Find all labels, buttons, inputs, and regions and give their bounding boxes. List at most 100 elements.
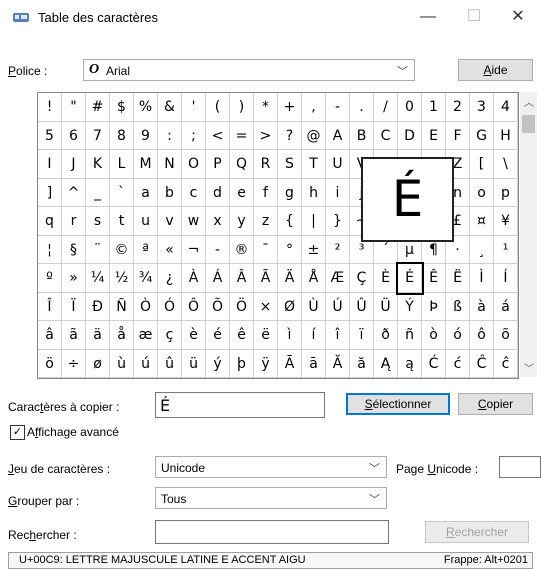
character-cell[interactable]: T (302, 150, 326, 179)
character-cell[interactable]: ć (446, 349, 470, 378)
character-cell[interactable]: Ć (422, 349, 446, 378)
character-cell[interactable]: ì (278, 321, 302, 350)
character-cell[interactable]: ð (374, 321, 398, 350)
character-cell[interactable]: ö (38, 349, 62, 378)
character-cell[interactable]: ĉ (494, 349, 518, 378)
character-cell[interactable]: & (158, 93, 182, 122)
character-cell[interactable]: û (158, 349, 182, 378)
character-cell[interactable]: ą (398, 349, 422, 378)
character-cell[interactable]: ï (350, 321, 374, 350)
unicode-page-input[interactable] (499, 456, 541, 478)
character-cell[interactable]: R (254, 150, 278, 179)
character-cell[interactable]: ^ (62, 178, 86, 207)
character-cell[interactable]: Ü (374, 292, 398, 321)
character-cell[interactable]: A (326, 121, 350, 150)
character-cell[interactable]: Ú (326, 292, 350, 321)
character-cell[interactable]: è (182, 321, 206, 350)
character-cell[interactable]: ® (230, 235, 254, 264)
character-cell[interactable]: Å (302, 264, 326, 293)
character-cell[interactable]: v (158, 207, 182, 236)
character-cell[interactable]: = (230, 121, 254, 150)
character-cell[interactable]: Ø (278, 292, 302, 321)
character-cell[interactable]: E (422, 121, 446, 150)
character-cell[interactable]: Û (350, 292, 374, 321)
character-cell[interactable]: Ê (422, 264, 446, 293)
character-cell[interactable]: 5 (38, 121, 62, 150)
character-cell[interactable]: ¬ (182, 235, 206, 264)
minimize-button[interactable]: — (405, 0, 451, 34)
character-cell[interactable]: º (38, 264, 62, 293)
character-cell[interactable]: ô (470, 321, 494, 350)
character-cell[interactable]: Ă (326, 349, 350, 378)
character-cell[interactable]: - (206, 235, 230, 264)
character-cell[interactable]: _ (86, 178, 110, 207)
character-cell[interactable]: a (134, 178, 158, 207)
character-cell[interactable]: e (230, 178, 254, 207)
character-cell[interactable]: , (302, 93, 326, 122)
character-cell[interactable]: N (158, 150, 182, 179)
character-cell[interactable]: ā (302, 349, 326, 378)
scroll-up-icon[interactable]: ︿ (524, 94, 534, 109)
character-cell[interactable]: ¿ (158, 264, 182, 293)
character-cell[interactable]: # (86, 93, 110, 122)
character-cell[interactable]: ½ (110, 264, 134, 293)
close-button[interactable]: ✕ (495, 0, 541, 34)
character-cell[interactable]: K (86, 150, 110, 179)
grid-scrollbar[interactable]: ︿ ﹀ (520, 92, 537, 377)
advanced-view-checkbox[interactable]: ✓ (10, 425, 25, 440)
character-cell[interactable]: ë (254, 321, 278, 350)
character-cell[interactable]: å (110, 321, 134, 350)
character-cell[interactable]: { (278, 207, 302, 236)
character-cell[interactable]: g (278, 178, 302, 207)
character-cell[interactable]: 8 (110, 121, 134, 150)
character-cell[interactable]: ¤ (470, 207, 494, 236)
character-cell[interactable]: p (494, 178, 518, 207)
character-cell[interactable]: ` (110, 178, 134, 207)
character-cell[interactable]: J (62, 150, 86, 179)
character-cell[interactable]: ß (446, 292, 470, 321)
character-cell[interactable]: 4 (494, 93, 518, 122)
character-cell[interactable]: G (470, 121, 494, 150)
character-cell[interactable]: B (350, 121, 374, 150)
character-cell[interactable]: ± (302, 235, 326, 264)
character-cell[interactable]: @ (302, 121, 326, 150)
character-cell[interactable]: [ (470, 150, 494, 179)
character-cell[interactable]: L (110, 150, 134, 179)
character-cell[interactable]: ü (182, 349, 206, 378)
character-cell[interactable]: ¨ (86, 235, 110, 264)
character-cell[interactable]: î (326, 321, 350, 350)
character-cell[interactable]: Ë (446, 264, 470, 293)
help-button[interactable]: Aide (458, 59, 533, 81)
character-cell[interactable]: ! (38, 93, 62, 122)
character-cell[interactable]: Í (494, 264, 518, 293)
character-cell[interactable]: § (62, 235, 86, 264)
character-cell[interactable]: O (182, 150, 206, 179)
character-cell[interactable]: ¥ (494, 207, 518, 236)
character-cell[interactable]: 7 (86, 121, 110, 150)
copy-button[interactable]: Copier (458, 393, 533, 415)
character-cell[interactable]: H (494, 121, 518, 150)
character-cell[interactable]: Ô (182, 292, 206, 321)
character-cell[interactable]: i (326, 178, 350, 207)
character-cell[interactable]: > (254, 121, 278, 150)
character-cell[interactable]: % (134, 93, 158, 122)
character-cell[interactable]: à (470, 292, 494, 321)
character-cell[interactable]: y (230, 207, 254, 236)
character-cell[interactable]: á (494, 292, 518, 321)
character-cell[interactable]: ? (278, 121, 302, 150)
character-cell[interactable]: ' (182, 93, 206, 122)
characters-to-copy-input[interactable]: É (155, 392, 325, 418)
character-cell[interactable]: D (398, 121, 422, 150)
character-cell[interactable]: * (254, 93, 278, 122)
character-cell[interactable]: æ (134, 321, 158, 350)
character-cell[interactable]: Ä (278, 264, 302, 293)
character-cell[interactable]: 3 (470, 93, 494, 122)
character-cell[interactable]: M (134, 150, 158, 179)
character-cell[interactable]: ( (206, 93, 230, 122)
character-cell[interactable]: Ò (134, 292, 158, 321)
character-cell[interactable]: Þ (422, 292, 446, 321)
group-by-select[interactable]: Tous ﹀ (155, 487, 387, 509)
character-cell[interactable]: Æ (326, 264, 350, 293)
character-cell[interactable]: Ó (158, 292, 182, 321)
character-cell[interactable]: w (182, 207, 206, 236)
